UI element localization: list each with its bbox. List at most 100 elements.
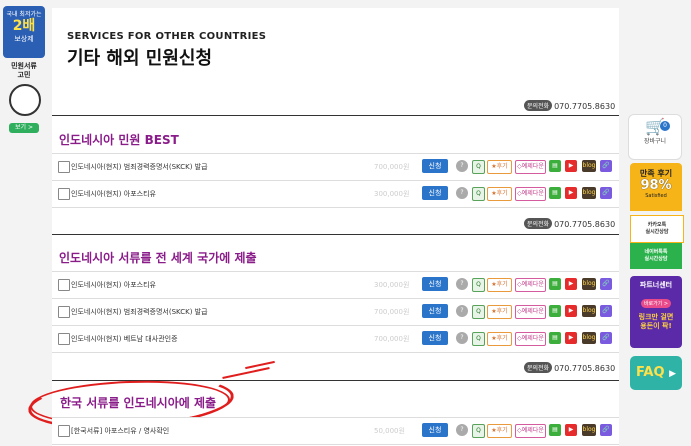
contact-phone: 문의전화 070.7705.8630	[524, 218, 615, 229]
review-banner[interactable]: 만족 후기 98% Satisfied	[630, 163, 682, 211]
compensation-badge: 국내 최저가는 2배 보상제	[3, 6, 45, 58]
cart-count-badge: 0	[660, 121, 670, 131]
blog-icon[interactable]: blog	[582, 278, 596, 290]
question-icon[interactable]: ?	[456, 332, 468, 344]
phone-number: 070.7705.8630	[554, 102, 616, 111]
question-icon[interactable]: ?	[456, 424, 468, 436]
apply-button[interactable]: 신청	[422, 304, 448, 318]
kakao-label: 카카오톡 실시간상담	[645, 222, 669, 235]
sample-download-button[interactable]: ◇예제다운	[515, 187, 546, 201]
search-icon[interactable]: Q	[472, 305, 485, 319]
sample-download-button[interactable]: ◇예제다운	[515, 160, 546, 174]
naver-icon[interactable]: ▤	[549, 332, 561, 344]
sample-download-button[interactable]: ◇예제다운	[515, 424, 546, 438]
link-icon[interactable]: 🔗	[600, 305, 612, 317]
kakao-chat-button[interactable]: 카카오톡 실시간상담	[630, 215, 684, 243]
blog-icon[interactable]: blog	[582, 160, 596, 172]
blog-icon[interactable]: blog	[582, 332, 596, 344]
link-icon[interactable]: 🔗	[600, 424, 612, 436]
banner-big-text: 2배	[12, 18, 36, 34]
search-icon[interactable]: Q	[472, 160, 485, 174]
naver-icon[interactable]: ▤	[549, 305, 561, 317]
sample-download-button[interactable]: ◇예제다운	[515, 278, 546, 292]
partner-center-banner[interactable]: 파트너센터 바로가기 > 링크만 걸면 용돈이 팍!	[630, 276, 682, 348]
character-icon	[9, 84, 41, 116]
apply-button[interactable]: 신청	[422, 331, 448, 345]
youtube-icon[interactable]: ▶	[565, 424, 577, 436]
row-checkbox[interactable]	[58, 188, 70, 200]
apply-button[interactable]: 신청	[422, 277, 448, 291]
youtube-icon[interactable]: ▶	[565, 332, 577, 344]
naver-label: 네이버톡톡 실시간상담	[644, 249, 668, 262]
row-checkbox[interactable]	[58, 333, 70, 345]
search-icon[interactable]: Q	[472, 424, 485, 438]
review-sub: Satisfied	[645, 193, 667, 199]
partner-title: 파트너센터	[639, 281, 673, 289]
blog-icon[interactable]: blog	[582, 305, 596, 317]
review-button[interactable]: ★후기	[487, 187, 512, 201]
apply-button[interactable]: 신청	[422, 423, 448, 437]
section-title: 한국 서류를 인도네시아에 제출	[60, 396, 217, 410]
row-label: [한국서류] 아포스티유 / 영사확인	[71, 427, 170, 435]
youtube-icon[interactable]: ▶	[565, 160, 577, 172]
link-icon[interactable]: 🔗	[600, 187, 612, 199]
row-price: 300,000원	[374, 281, 410, 289]
question-icon[interactable]: ?	[456, 305, 468, 317]
review-button[interactable]: ★후기	[487, 278, 512, 292]
table-row: 인도네시아(현지) 아포스티유 300,000원 신청 ? Q ★후기 ◇예제다…	[52, 181, 619, 208]
cart-label: 장바구니	[643, 138, 667, 145]
cart-button[interactable]: 🛒 0 장바구니	[628, 114, 682, 160]
review-button[interactable]: ★후기	[487, 160, 512, 174]
naver-icon[interactable]: ▤	[549, 187, 561, 199]
phone-tag: 문의전화	[524, 100, 553, 111]
phone-number: 070.7705.8630	[554, 220, 616, 229]
table-row: 인도네시아(현지) 범죄경력증명서(SKCK) 발급 700,000원 신청 ?…	[52, 299, 619, 326]
banner-view-button[interactable]: 보기 >	[9, 123, 39, 133]
compensation-banner[interactable]: 국내 최저가는 2배 보상제 민원서류 고민 보기 >	[3, 6, 45, 133]
page-subtitle: SERVICES FOR OTHER COUNTRIES	[67, 31, 267, 42]
sample-download-button[interactable]: ◇예제다운	[515, 332, 546, 346]
youtube-icon[interactable]: ▶	[565, 305, 577, 317]
apply-button[interactable]: 신청	[422, 186, 448, 200]
naver-talk-button[interactable]: 네이버톡톡 실시간상담	[630, 243, 682, 269]
review-percent: 98%	[640, 178, 672, 193]
naver-icon[interactable]: ▤	[549, 278, 561, 290]
partner-link[interactable]: 바로가기 >	[640, 299, 672, 308]
row-checkbox[interactable]	[58, 425, 70, 437]
youtube-icon[interactable]: ▶	[565, 278, 577, 290]
faq-button[interactable]: FAQ ▶	[630, 356, 682, 390]
row-label: 인도네시아(현지) 베트남 대사관인증	[71, 335, 178, 343]
link-icon[interactable]: 🔗	[600, 278, 612, 290]
row-label: 인도네시아(현지) 범죄경력증명서(SKCK) 발급	[71, 308, 208, 316]
row-checkbox[interactable]	[58, 306, 70, 318]
partner-text: 링크만 걸면 용돈이 팍!	[638, 313, 674, 330]
blog-icon[interactable]: blog	[582, 187, 596, 199]
row-checkbox[interactable]	[58, 161, 70, 173]
link-icon[interactable]: 🔗	[600, 160, 612, 172]
naver-icon[interactable]: ▤	[549, 424, 561, 436]
divider	[52, 115, 619, 116]
question-icon[interactable]: ?	[456, 278, 468, 290]
section-title: 인도네시아 민원 BEST	[59, 133, 179, 147]
naver-icon[interactable]: ▤	[549, 160, 561, 172]
sample-download-button[interactable]: ◇예제다운	[515, 305, 546, 319]
blog-icon[interactable]: blog	[582, 424, 596, 436]
review-button[interactable]: ★후기	[487, 332, 512, 346]
row-price: 700,000원	[374, 163, 410, 171]
question-icon[interactable]: ?	[456, 160, 468, 172]
link-icon[interactable]: 🔗	[600, 332, 612, 344]
row-label: 인도네시아(현지) 아포스티유	[71, 281, 156, 289]
search-icon[interactable]: Q	[472, 187, 485, 201]
search-icon[interactable]: Q	[472, 332, 485, 346]
row-checkbox[interactable]	[58, 279, 70, 291]
review-button[interactable]: ★후기	[487, 305, 512, 319]
search-icon[interactable]: Q	[472, 278, 485, 292]
banner-sub-text: 보상제	[14, 35, 34, 43]
apply-button[interactable]: 신청	[422, 159, 448, 173]
question-icon[interactable]: ?	[456, 187, 468, 199]
phone-tag: 문의전화	[524, 362, 553, 373]
review-button[interactable]: ★후기	[487, 424, 512, 438]
youtube-icon[interactable]: ▶	[565, 187, 577, 199]
contact-phone: 문의전화 070.7705.8630	[524, 362, 615, 373]
row-label: 인도네시아(현지) 아포스티유	[71, 190, 156, 198]
